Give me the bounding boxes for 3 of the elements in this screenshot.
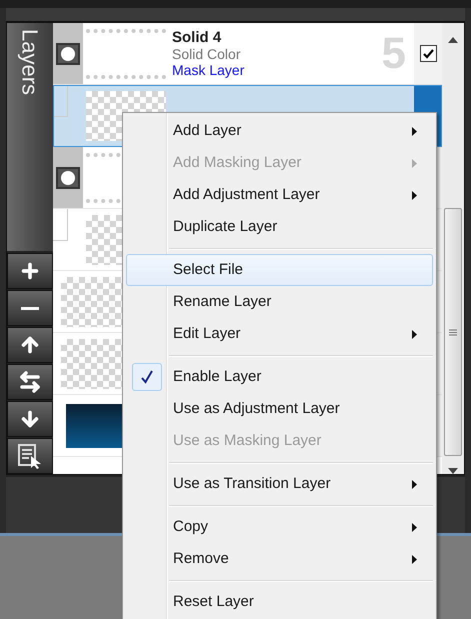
layer-name: Solid 4 bbox=[172, 30, 222, 46]
mask-label: Mask Layer bbox=[172, 62, 246, 78]
layer-type: Solid Color bbox=[172, 46, 242, 62]
